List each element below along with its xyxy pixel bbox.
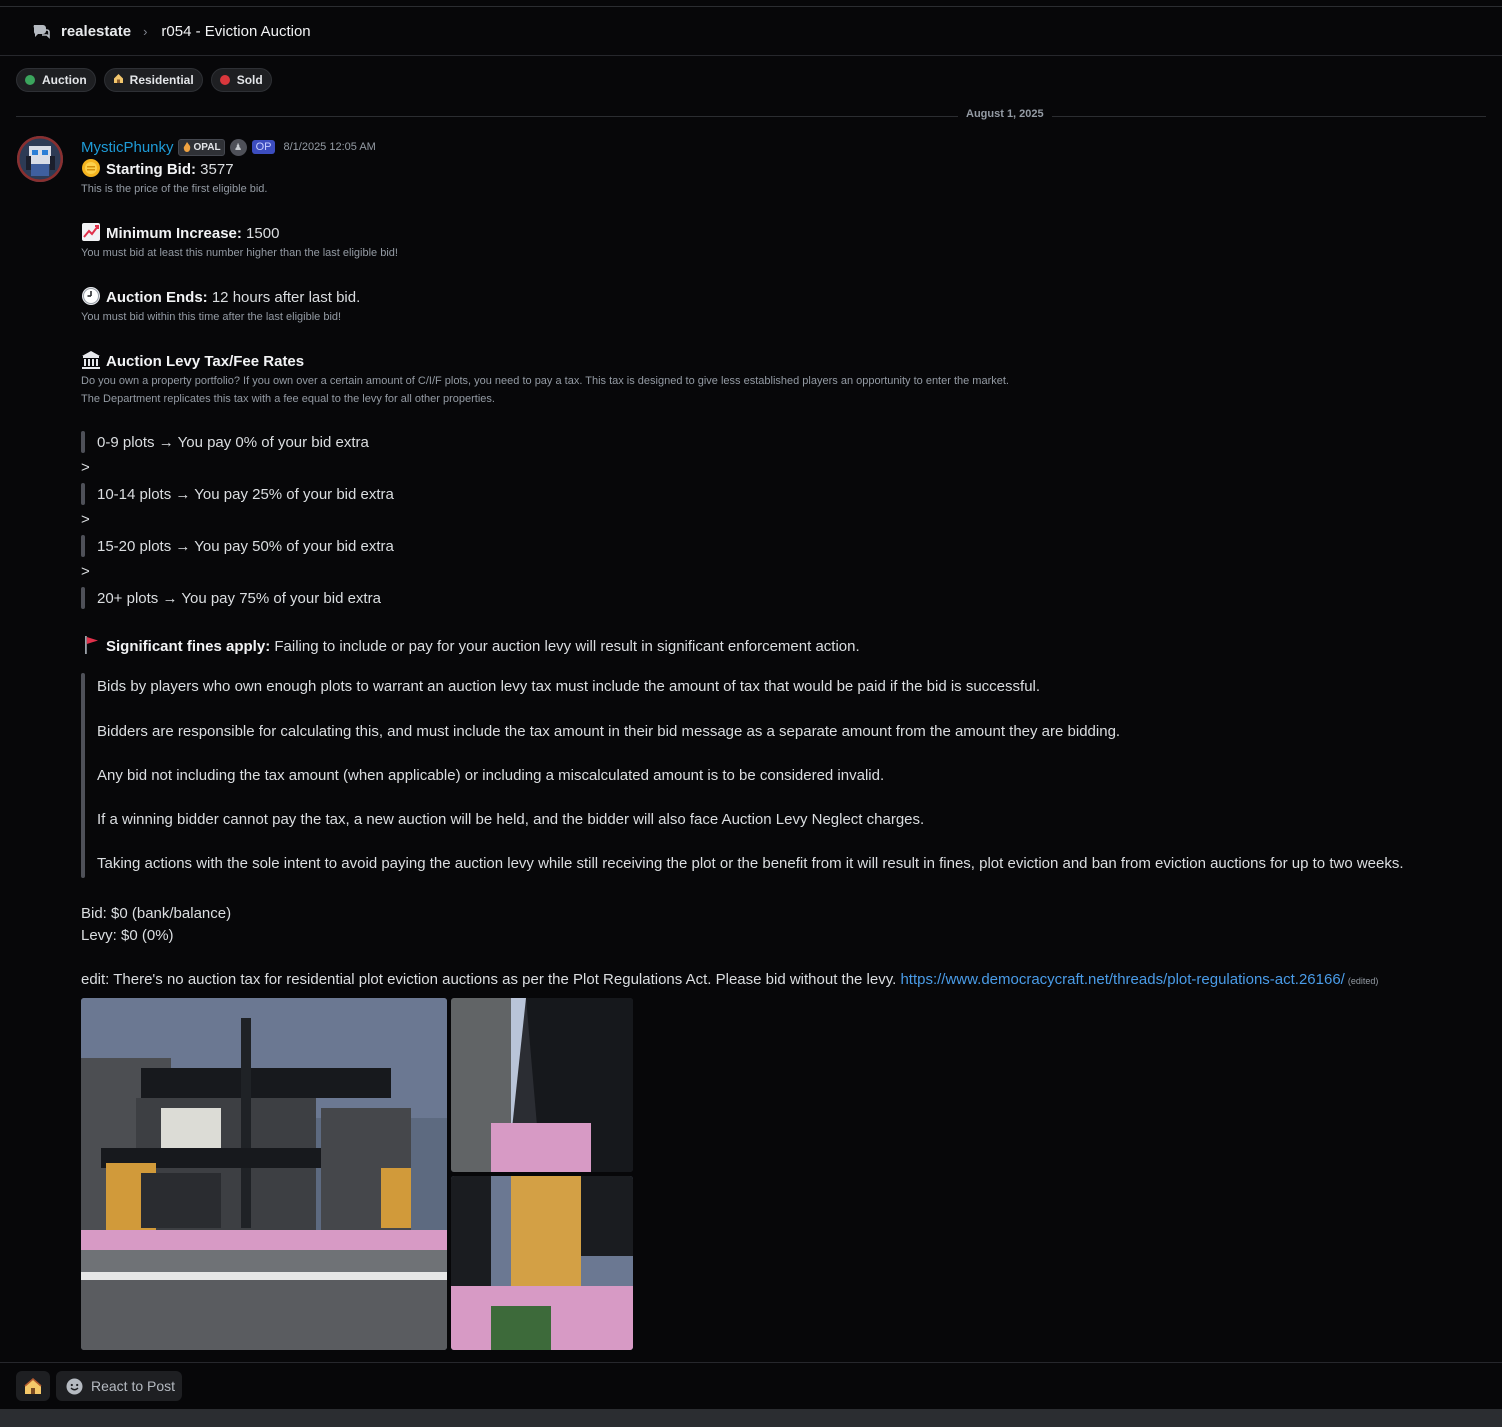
- red-dot-icon: [219, 75, 230, 85]
- rule-paragraph: Taking actions with the sole intent to a…: [97, 855, 1404, 872]
- author-name[interactable]: MysticPhunky: [81, 139, 174, 156]
- min-increase-note: You must bid at least this number higher…: [81, 247, 398, 259]
- house-reaction-button[interactable]: [16, 1371, 50, 1401]
- rule-paragraph: Bids by players who own enough plots to …: [97, 678, 1041, 695]
- coin-icon: [82, 159, 100, 177]
- gallery-image-house-front[interactable]: [81, 998, 447, 1350]
- rule-paragraph: Bidders are responsible for calculating …: [97, 723, 1121, 740]
- fines-label: Significant fines apply:: [106, 638, 271, 655]
- react-to-post-label: React to Post: [91, 1378, 176, 1394]
- quote-bar: [81, 431, 85, 453]
- starting-bid-line: Starting Bid: 3577: [81, 158, 1481, 180]
- window-top-strip: [0, 0, 1502, 7]
- auction-ends-value: 12 hours after last bid.: [207, 289, 361, 306]
- starting-bid-label: Starting Bid:: [106, 161, 196, 178]
- post-header: realestate › r054 - Eviction Auction: [0, 7, 1502, 56]
- forum-message: MysticPhunky OPAL ♟ OP 8/1/2025 12:05 AM…: [81, 136, 1481, 991]
- date-divider: [16, 116, 1486, 117]
- forum-icon: [31, 21, 51, 41]
- levy-heading: Auction Levy Tax/Fee Rates: [81, 350, 1481, 372]
- bottom-scrollbar[interactable]: [0, 1409, 1502, 1427]
- quote-separator: >: [81, 563, 90, 580]
- date-divider-label: August 1, 2025: [958, 108, 1052, 120]
- auction-ends-label: Auction Ends:: [106, 289, 208, 306]
- levy-line: Levy: $0 (0%): [81, 927, 174, 944]
- levy-rate-text: 10-14 plots → You pay 25% of your bid ex…: [97, 485, 394, 503]
- auction-ends-note: You must bid within this time after the …: [81, 311, 342, 323]
- green-dot-icon: [25, 75, 35, 85]
- tag-label: Residential: [129, 73, 194, 87]
- starting-bid-note: This is the price of the first eligible …: [81, 183, 268, 195]
- levy-rates: 0-9 plots → You pay 0% of your bid extra…: [81, 431, 1481, 609]
- levy-rate-row: 20+ plots → You pay 75% of your bid extr…: [81, 587, 1481, 609]
- min-increase-line: Minimum Increase: 1500: [81, 222, 1481, 244]
- message-timestamp[interactable]: 8/1/2025 12:05 AM: [283, 141, 375, 153]
- min-increase-value: 1500: [241, 225, 280, 242]
- flame-icon: [183, 142, 190, 152]
- chart-increasing-icon: [82, 223, 100, 241]
- tag-label: Auction: [42, 73, 87, 87]
- edit-text: edit: There's no auction tax for residen…: [81, 971, 901, 988]
- gallery-image-side-view[interactable]: [451, 1176, 633, 1350]
- post-tags: Auction Residential Sold: [16, 68, 272, 92]
- op-badge: OP: [251, 140, 276, 154]
- min-increase-label: Minimum Increase:: [106, 225, 242, 242]
- gallery-image-wall-closeup[interactable]: [451, 998, 633, 1172]
- image-gallery: [81, 998, 633, 1350]
- levy-label: Auction Levy Tax/Fee Rates: [106, 353, 305, 370]
- quote-bar: [81, 587, 85, 609]
- plot-regulations-link[interactable]: https://www.democracycraft.net/threads/p…: [900, 971, 1344, 988]
- page-title: r054 - Eviction Auction: [161, 22, 311, 40]
- breadcrumb-forum[interactable]: realestate: [61, 23, 131, 40]
- tag-residential[interactable]: Residential: [103, 68, 203, 92]
- levy-rate-text: 20+ plots → You pay 75% of your bid extr…: [97, 589, 381, 607]
- avatar[interactable]: [17, 136, 63, 182]
- clock-icon: [82, 287, 100, 305]
- tag-label: Sold: [236, 73, 263, 87]
- guild-icon[interactable]: ♟: [229, 138, 247, 156]
- tag-auction[interactable]: Auction: [16, 68, 96, 92]
- levy-rules-quote: Bids by players who own enough plots to …: [81, 673, 1481, 878]
- opal-badge-label: OPAL: [193, 141, 221, 153]
- bid-line: Bid: $0 (bank/balance): [81, 905, 232, 922]
- edit-line: edit: There's no auction tax for residen…: [81, 970, 1481, 991]
- react-to-post-button[interactable]: React to Post: [56, 1371, 182, 1401]
- starting-bid-value: 3577: [196, 161, 234, 178]
- house-icon: [113, 73, 124, 87]
- opal-badge[interactable]: OPAL: [177, 138, 225, 156]
- levy-rules-body: Bids by players who own enough plots to …: [97, 673, 1404, 878]
- fines-text: Failing to include or pay for your aucti…: [270, 638, 860, 655]
- smile-icon: [66, 1378, 83, 1394]
- quote-bar: [81, 673, 85, 878]
- quote-bar: [81, 483, 85, 505]
- tag-sold[interactable]: Sold: [210, 68, 272, 92]
- red-flag-icon: [85, 636, 98, 654]
- classical-building-icon: [82, 351, 100, 369]
- levy-rate-row: 10-14 plots → You pay 25% of your bid ex…: [81, 483, 1481, 505]
- fines-line: Significant fines apply: Failing to incl…: [81, 635, 1481, 657]
- house-emoji-icon: [24, 1378, 42, 1394]
- message-meta: MysticPhunky OPAL ♟ OP 8/1/2025 12:05 AM: [81, 136, 1481, 158]
- rule-paragraph: If a winning bidder cannot pay the tax, …: [97, 811, 925, 828]
- levy-rate-row: 15-20 plots → You pay 50% of your bid ex…: [81, 535, 1481, 557]
- quote-separator: >: [81, 511, 90, 528]
- quote-bar: [81, 535, 85, 557]
- levy-rate-text: 0-9 plots → You pay 0% of your bid extra: [97, 433, 369, 451]
- levy-rate-text: 15-20 plots → You pay 50% of your bid ex…: [97, 537, 394, 555]
- quote-separator: >: [81, 459, 90, 476]
- levy-note-2: The Department replicates this tax with …: [81, 393, 495, 405]
- edited-label[interactable]: (edited): [1348, 976, 1379, 986]
- auction-ends-line: Auction Ends: 12 hours after last bid.: [81, 286, 1481, 308]
- breadcrumb-separator: ›: [143, 23, 148, 39]
- levy-rate-row: 0-9 plots → You pay 0% of your bid extra: [81, 431, 1481, 453]
- footer-divider: [0, 1362, 1502, 1363]
- levy-note-1: Do you own a property portfolio? If you …: [81, 375, 1009, 387]
- rule-paragraph: Any bid not including the tax amount (wh…: [97, 767, 885, 784]
